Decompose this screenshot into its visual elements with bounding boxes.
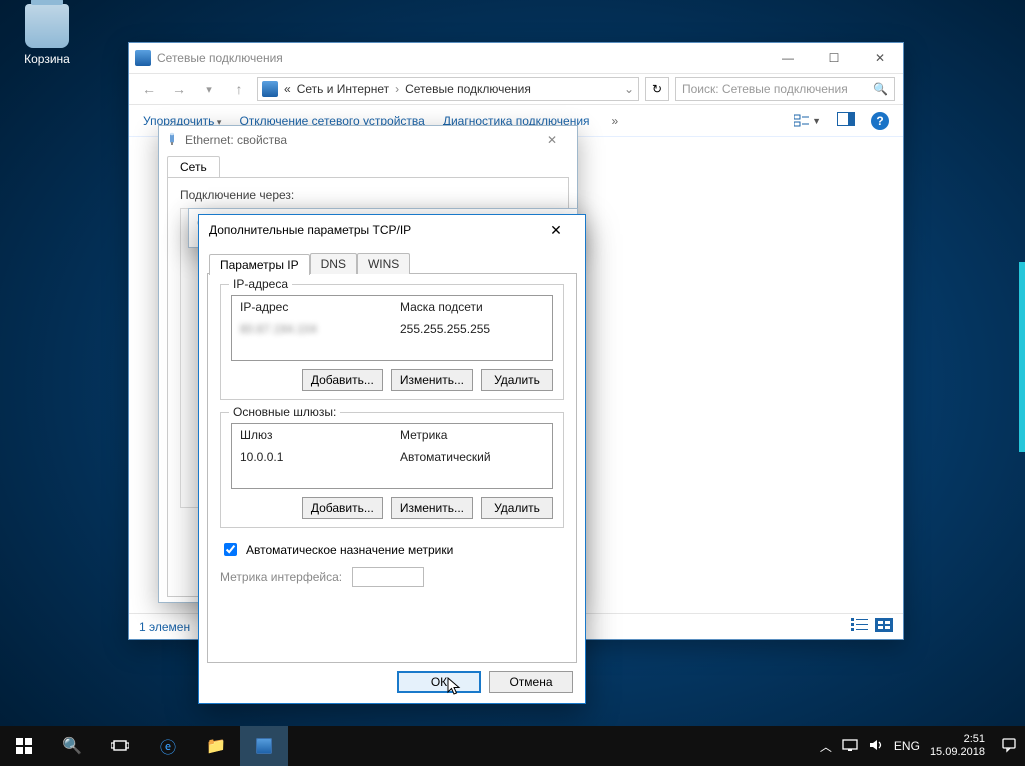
address-box[interactable]: « Сеть и Интернет › Сетевые подключения … (257, 77, 639, 101)
search-input[interactable]: Поиск: Сетевые подключения 🔍 (675, 77, 895, 101)
advanced-pane: IP-адреса IP-адрес Маска подсети 80.87.1… (207, 273, 577, 663)
iface-metric-label: Метрика интерфейса: (220, 570, 342, 584)
network-connections-icon (256, 738, 272, 754)
help-button[interactable]: ? (871, 112, 889, 130)
auto-metric-label: Автоматическое назначение метрики (246, 543, 453, 557)
action-center-icon[interactable] (1001, 737, 1017, 756)
accent-edge (1019, 262, 1025, 452)
tab-ip-settings[interactable]: Параметры IP (209, 254, 310, 275)
recycle-bin-label: Корзина (10, 52, 84, 66)
taskbar: 🔍 ⓔ 📁 ︿ ENG 2:51 15.09.2018 (0, 726, 1025, 766)
col-metric: Метрика (392, 424, 552, 446)
ethernet-titlebar[interactable]: Ethernet: свойства ✕ (159, 126, 577, 154)
search-icon: 🔍 (62, 736, 82, 756)
toolbar-more[interactable]: » (612, 114, 619, 128)
connect-via-label: Подключение через: (180, 188, 556, 202)
advanced-tabs: Параметры IP DNS WINS (209, 253, 575, 274)
advanced-titlebar[interactable]: Дополнительные параметры TCP/IP ✕ (199, 215, 585, 245)
mask-value: 255.255.255.255 (392, 318, 552, 340)
gw-delete-button[interactable]: Удалить (481, 497, 553, 519)
refresh-button[interactable]: ↻ (645, 77, 669, 101)
tray-clock[interactable]: 2:51 15.09.2018 (930, 733, 991, 758)
nav-up-button[interactable]: ↑ (227, 81, 251, 97)
ip-delete-button[interactable]: Удалить (481, 369, 553, 391)
view-options-icon[interactable]: ▼ (794, 114, 821, 128)
adapter-icon (165, 132, 179, 149)
nav-forward-button[interactable]: → (167, 81, 191, 97)
address-icon (262, 81, 278, 97)
tray-time: 2:51 (930, 733, 985, 746)
table-row: 80.87.194.104 255.255.255.255 (232, 318, 552, 340)
tray-date: 15.09.2018 (930, 746, 985, 759)
search-icon: 🔍 (873, 82, 888, 96)
details-view-icon[interactable] (851, 618, 869, 635)
auto-metric-checkbox[interactable] (224, 543, 237, 556)
gw-edit-button[interactable]: Изменить... (391, 497, 473, 519)
volume-tray-icon[interactable] (868, 738, 884, 755)
taskbar-ie[interactable]: ⓔ (144, 726, 192, 766)
address-dropdown-icon[interactable]: ⌄ (624, 82, 634, 96)
auto-metric-row: Автоматическое назначение метрики (220, 540, 564, 559)
col-ip: IP-адрес (232, 296, 392, 318)
tab-dns[interactable]: DNS (310, 253, 357, 274)
explorer-title: Сетевые подключения (157, 51, 283, 65)
taskbar-network-connections[interactable] (240, 726, 288, 766)
ip-edit-button[interactable]: Изменить... (391, 369, 473, 391)
ie-icon: ⓔ (160, 734, 176, 758)
close-button[interactable]: ✕ (857, 43, 903, 73)
recycle-bin[interactable]: Корзина (10, 4, 84, 66)
gw-add-button[interactable]: Добавить... (302, 497, 383, 519)
search-placeholder: Поиск: Сетевые подключения (682, 82, 848, 96)
language-indicator[interactable]: ENG (894, 739, 920, 753)
task-view-icon (111, 739, 129, 753)
minimize-button[interactable]: — (765, 43, 811, 73)
advanced-tcpip-dialog: Дополнительные параметры TCP/IP ✕ Параме… (198, 214, 586, 704)
ethernet-title: Ethernet: свойства (185, 133, 287, 147)
gateways-list[interactable]: Шлюз Метрика 10.0.0.1 Автоматический (231, 423, 553, 489)
large-icons-view-icon[interactable] (875, 618, 893, 635)
gateways-legend: Основные шлюзы: (229, 405, 340, 419)
network-tray-icon[interactable] (842, 738, 858, 755)
tab-network[interactable]: Сеть (167, 156, 220, 177)
breadcrumb-prefix: « (284, 82, 291, 96)
system-tray: ︿ ENG 2:51 15.09.2018 (812, 726, 1025, 766)
nav-recent-button[interactable]: ▾ (197, 83, 221, 96)
explorer-titlebar[interactable]: Сетевые подключения — ☐ ✕ (129, 43, 903, 73)
table-row: 10.0.0.1 Автоматический (232, 446, 552, 468)
search-button[interactable]: 🔍 (48, 726, 96, 766)
cancel-button[interactable]: Отмена (489, 671, 573, 693)
ip-value: 80.87.194.104 (240, 322, 317, 336)
advanced-title: Дополнительные параметры TCP/IP (209, 223, 411, 237)
gateways-group: Основные шлюзы: Шлюз Метрика 10.0.0.1 Ав… (220, 412, 564, 528)
taskbar-file-explorer[interactable]: 📁 (192, 726, 240, 766)
network-icon (135, 50, 151, 66)
breadcrumb-1[interactable]: Сеть и Интернет (297, 82, 389, 96)
gateway-value: 10.0.0.1 (232, 446, 392, 468)
status-item-count: 1 элемен (139, 620, 190, 634)
col-mask: Маска подсети (392, 296, 552, 318)
ip-addresses-group: IP-адреса IP-адрес Маска подсети 80.87.1… (220, 284, 564, 400)
advanced-close-button[interactable]: ✕ (537, 217, 575, 243)
explorer-address-bar: ← → ▾ ↑ « Сеть и Интернет › Сетевые подк… (129, 73, 903, 105)
ip-addresses-legend: IP-адреса (229, 277, 292, 291)
gateway-metric-value: Автоматический (392, 446, 552, 468)
task-view-button[interactable] (96, 726, 144, 766)
breadcrumb-2[interactable]: Сетевые подключения (405, 82, 531, 96)
col-gateway: Шлюз (232, 424, 392, 446)
ip-add-button[interactable]: Добавить... (302, 369, 383, 391)
folder-icon: 📁 (206, 736, 226, 756)
tray-overflow-icon[interactable]: ︿ (820, 738, 832, 755)
start-button[interactable] (0, 726, 48, 766)
chevron-right-icon[interactable]: › (395, 82, 399, 96)
preview-pane-icon[interactable] (837, 112, 855, 129)
ip-addresses-list[interactable]: IP-адрес Маска подсети 80.87.194.104 255… (231, 295, 553, 361)
nav-back-button[interactable]: ← (137, 81, 161, 97)
cursor-icon (447, 677, 463, 697)
tab-wins[interactable]: WINS (357, 253, 410, 274)
ok-button[interactable]: ОК (397, 671, 481, 693)
ethernet-close-button[interactable]: ✕ (533, 125, 571, 155)
recycle-bin-icon (25, 4, 69, 48)
maximize-button[interactable]: ☐ (811, 43, 857, 73)
iface-metric-input (352, 567, 424, 587)
